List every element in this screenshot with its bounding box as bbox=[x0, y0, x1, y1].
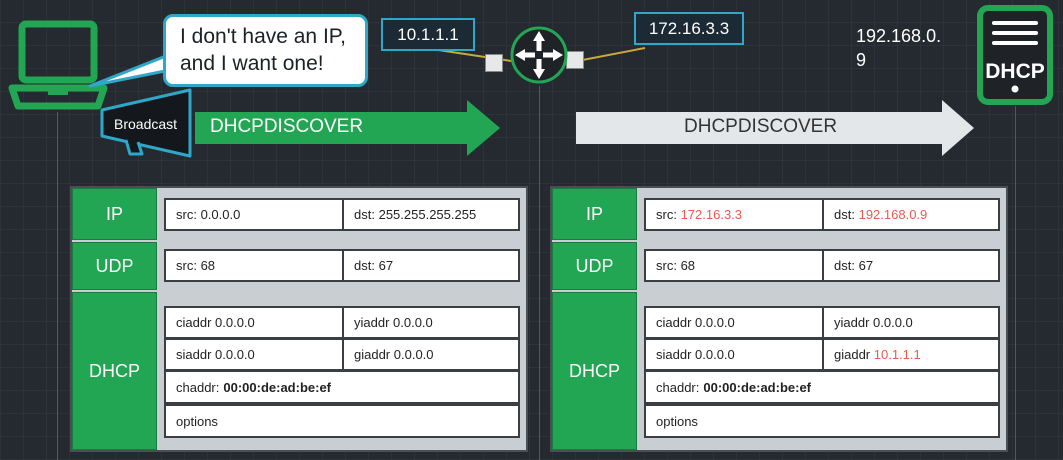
server-box-icon bbox=[977, 5, 1053, 105]
right-udp-dst-key: dst: bbox=[834, 258, 855, 273]
left-udp-src-key: src: bbox=[176, 258, 197, 273]
speech-line-1: I don't have an IP, bbox=[180, 25, 346, 48]
right-ip-dst: dst: 192.168.0.9 bbox=[822, 198, 1000, 231]
right-ip-src: src: 172.16.3.3 bbox=[644, 198, 824, 231]
right-udp-src-value: 68 bbox=[680, 258, 696, 273]
left-ip-src-value: 0.0.0.0 bbox=[200, 207, 241, 222]
left-ip-dst: dst: 255.255.255.255 bbox=[342, 198, 520, 231]
left-chaddr-key: chaddr: bbox=[176, 379, 220, 395]
right-udp-src-key: src: bbox=[656, 258, 677, 273]
right-giaddr-key: giaddr bbox=[834, 347, 871, 362]
right-ip-dst-key: dst: bbox=[834, 207, 855, 222]
relay-left-port bbox=[485, 54, 503, 72]
broadcast-label: Broadcast bbox=[114, 116, 178, 132]
right-chaddr: chaddr: 00:00:de:ad:be:ef bbox=[644, 370, 1000, 404]
right-udp-dst: dst: 67 bbox=[822, 249, 1000, 282]
arrow-right-label: DHCPDISCOVER bbox=[684, 116, 838, 137]
left-udp-dst: dst: 67 bbox=[342, 249, 520, 282]
left-options: options bbox=[164, 404, 520, 438]
dhcp-server-icon: DHCP bbox=[976, 4, 1054, 106]
server-ip: 192.168.0. 9 bbox=[856, 24, 941, 72]
left-ip-src: src: 0.0.0.0 bbox=[164, 198, 344, 231]
right-dhcp-header: DHCP bbox=[552, 292, 637, 450]
right-options: options bbox=[644, 404, 1000, 438]
speech-bubble: I don't have an IP, and I want one! bbox=[163, 14, 368, 87]
right-udp-dst-value: 67 bbox=[858, 258, 874, 273]
left-giaddr-key: giaddr bbox=[354, 347, 391, 362]
left-chaddr-value: 00:00:de:ad:be:ef bbox=[223, 379, 332, 395]
speech-line-2: and I want one! bbox=[180, 52, 324, 75]
right-udp-header: UDP bbox=[552, 242, 637, 290]
right-giaddr-value: 10.1.1.1 bbox=[873, 347, 921, 362]
server-ip-line-1: 192.168.0. bbox=[856, 26, 942, 46]
server-icon-label: DHCP bbox=[985, 60, 1045, 83]
left-giaddr-value: 0.0.0.0 bbox=[393, 347, 434, 362]
relay-timeline bbox=[539, 86, 540, 460]
right-ip-src-key: src: bbox=[656, 207, 677, 222]
server-timeline bbox=[1015, 106, 1016, 460]
left-udp-src-value: 68 bbox=[200, 258, 216, 273]
right-udp-src: src: 68 bbox=[644, 249, 824, 282]
right-giaddr: giaddr 10.1.1.1 bbox=[822, 338, 1000, 371]
right-chaddr-key: chaddr: bbox=[656, 379, 700, 395]
relay-right-ip: 172.16.3.3 bbox=[634, 12, 744, 45]
server-ip-line-2: 9 bbox=[856, 50, 867, 70]
left-udp-header: UDP bbox=[72, 242, 157, 290]
left-packet: IP UDP DHCP src: 0.0.0.0 dst: 255.255.25… bbox=[70, 186, 528, 452]
right-packet: IP UDP DHCP src: 172.16.3.3 dst: 192.168… bbox=[550, 186, 1008, 452]
left-yiaddr: yiaddr 0.0.0.0 bbox=[342, 306, 520, 339]
left-ip-dst-key: dst: bbox=[354, 207, 375, 222]
left-ip-header: IP bbox=[72, 188, 157, 240]
right-chaddr-value: 00:00:de:ad:be:ef bbox=[703, 379, 812, 395]
left-giaddr: giaddr 0.0.0.0 bbox=[342, 338, 520, 371]
left-udp-src: src: 68 bbox=[164, 249, 344, 282]
laptop-icon bbox=[8, 20, 108, 110]
right-siaddr: siaddr 0.0.0.0 bbox=[644, 338, 824, 371]
left-udp-dst-key: dst: bbox=[354, 258, 375, 273]
left-chaddr: chaddr: 00:00:de:ad:be:ef bbox=[164, 370, 520, 404]
left-dhcp-header: DHCP bbox=[72, 292, 157, 450]
right-ciaddr: ciaddr 0.0.0.0 bbox=[644, 306, 824, 339]
right-yiaddr: yiaddr 0.0.0.0 bbox=[822, 306, 1000, 339]
arrow-left-label: DHCPDISCOVER bbox=[210, 116, 364, 137]
right-ip-src-value: 172.16.3.3 bbox=[680, 207, 743, 222]
client-timeline bbox=[57, 112, 58, 460]
left-ip-src-key: src: bbox=[176, 207, 197, 222]
right-ip-dst-value: 192.168.0.9 bbox=[858, 207, 928, 222]
left-siaddr: siaddr 0.0.0.0 bbox=[164, 338, 344, 371]
left-ciaddr: ciaddr 0.0.0.0 bbox=[164, 306, 344, 339]
relay-left-ip: 10.1.1.1 bbox=[381, 18, 475, 51]
left-ip-dst-value: 255.255.255.255 bbox=[378, 207, 477, 222]
right-ip-header: IP bbox=[552, 188, 637, 240]
left-udp-dst-value: 67 bbox=[378, 258, 394, 273]
router-icon bbox=[510, 26, 568, 84]
